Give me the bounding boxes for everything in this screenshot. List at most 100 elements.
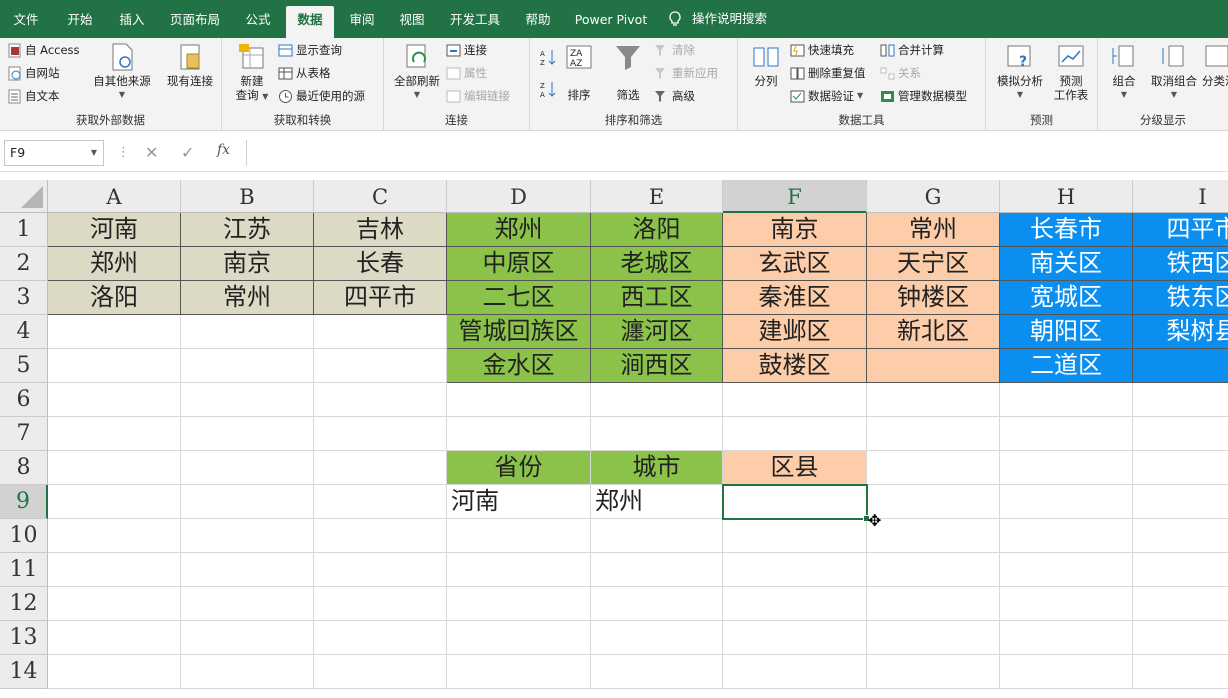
cell-a10[interactable]: [48, 519, 181, 553]
cell-f9[interactable]: [722, 484, 868, 520]
tab-power-pivot[interactable]: Power Pivot: [570, 0, 652, 38]
existing-connections-button[interactable]: 现有连接: [160, 42, 220, 88]
what-if-analysis-button[interactable]: ? 模拟分析 ▼: [992, 42, 1048, 102]
cell-e5[interactable]: 涧西区: [591, 349, 723, 383]
cell-e10[interactable]: [591, 519, 723, 553]
cell-i2[interactable]: 铁西区: [1133, 247, 1228, 281]
edit-links-button[interactable]: 编辑链接: [446, 88, 510, 104]
cell-d6[interactable]: [447, 383, 591, 417]
cell-e2[interactable]: 老城区: [591, 247, 723, 281]
cell-e11[interactable]: [591, 553, 723, 587]
cell-f2[interactable]: 玄武区: [723, 247, 867, 281]
name-box[interactable]: F9 ▼: [4, 140, 104, 166]
tab-developer[interactable]: 开发工具: [444, 0, 506, 38]
row-header-10[interactable]: 10: [0, 519, 48, 553]
cell-g14[interactable]: [867, 655, 1000, 689]
select-all-button[interactable]: [0, 180, 48, 213]
cell-d14[interactable]: [447, 655, 591, 689]
sort-ascending-button[interactable]: AZ: [540, 48, 556, 66]
cell-a1[interactable]: 河南: [48, 213, 181, 247]
cell-f14[interactable]: [723, 655, 867, 689]
column-header-a[interactable]: A: [48, 180, 181, 213]
insert-function-icon[interactable]: fx: [217, 142, 230, 158]
cell-i4[interactable]: 梨树县: [1133, 315, 1228, 349]
cell-d13[interactable]: [447, 621, 591, 655]
column-header-h[interactable]: H: [1000, 180, 1133, 213]
column-header-c[interactable]: C: [314, 180, 447, 213]
cell-c3[interactable]: 四平市: [314, 281, 447, 315]
cell-f7[interactable]: [723, 417, 867, 451]
row-header-12[interactable]: 12: [0, 587, 48, 621]
cell-a13[interactable]: [48, 621, 181, 655]
cell-d4[interactable]: 管城回族区: [447, 315, 591, 349]
filter-button[interactable]: 筛选: [610, 42, 646, 102]
from-access-button[interactable]: 自 Access: [8, 42, 80, 58]
cell-h5[interactable]: 二道区: [1000, 349, 1133, 383]
tell-me-search[interactable]: 操作说明搜索: [668, 0, 778, 38]
row-header-13[interactable]: 13: [0, 621, 48, 655]
group-button[interactable]: 组合 ▼: [1104, 42, 1144, 102]
row-header-4[interactable]: 4: [0, 315, 48, 349]
cell-h7[interactable]: [1000, 417, 1133, 451]
cell-g9[interactable]: [867, 485, 1000, 519]
cell-f6[interactable]: [723, 383, 867, 417]
cell-f4[interactable]: 建邺区: [723, 315, 867, 349]
cell-i1[interactable]: 四平市: [1133, 213, 1228, 247]
cell-f1[interactable]: 南京: [723, 213, 867, 247]
cell-a7[interactable]: [48, 417, 181, 451]
cell-b13[interactable]: [181, 621, 314, 655]
from-other-sources-button[interactable]: 自其他来源 ▼: [88, 42, 156, 102]
cell-b2[interactable]: 南京: [181, 247, 314, 281]
cell-c7[interactable]: [314, 417, 447, 451]
from-table-button[interactable]: 从表格: [278, 65, 331, 81]
cell-e6[interactable]: [591, 383, 723, 417]
cell-a4[interactable]: [48, 315, 181, 349]
cell-i11[interactable]: [1133, 553, 1228, 587]
cell-b9[interactable]: [181, 485, 314, 519]
reapply-button[interactable]: 重新应用: [654, 65, 718, 81]
cell-a8[interactable]: [48, 451, 181, 485]
cell-g12[interactable]: [867, 587, 1000, 621]
cell-b10[interactable]: [181, 519, 314, 553]
row-header-1[interactable]: 1: [0, 213, 48, 247]
cell-b14[interactable]: [181, 655, 314, 689]
properties-button[interactable]: 属性: [446, 65, 487, 81]
cell-h14[interactable]: [1000, 655, 1133, 689]
cell-g6[interactable]: [867, 383, 1000, 417]
clear-filter-button[interactable]: 清除: [654, 42, 695, 58]
forecast-sheet-button[interactable]: 预测 工作表: [1048, 42, 1094, 102]
cell-c5[interactable]: [314, 349, 447, 383]
enter-check-icon[interactable]: ✓: [181, 143, 194, 162]
cell-f8[interactable]: 区县: [723, 451, 867, 485]
cell-c14[interactable]: [314, 655, 447, 689]
column-header-d[interactable]: D: [447, 180, 591, 213]
cell-c1[interactable]: 吉林: [314, 213, 447, 247]
cell-b7[interactable]: [181, 417, 314, 451]
cell-a5[interactable]: [48, 349, 181, 383]
cell-g2[interactable]: 天宁区: [867, 247, 1000, 281]
cell-f13[interactable]: [723, 621, 867, 655]
cell-e12[interactable]: [591, 587, 723, 621]
cell-c10[interactable]: [314, 519, 447, 553]
row-header-7[interactable]: 7: [0, 417, 48, 451]
connections-button[interactable]: 连接: [446, 42, 487, 58]
new-query-button[interactable]: 新建 查询 ▼: [228, 42, 276, 104]
data-validation-button[interactable]: 数据验证 ▼: [790, 88, 863, 104]
cell-h9[interactable]: [1000, 485, 1133, 519]
cell-d7[interactable]: [447, 417, 591, 451]
cell-a6[interactable]: [48, 383, 181, 417]
cell-e1[interactable]: 洛阳: [591, 213, 723, 247]
from-web-button[interactable]: 自网站: [8, 65, 60, 81]
cell-b6[interactable]: [181, 383, 314, 417]
cell-i12[interactable]: [1133, 587, 1228, 621]
relationships-button[interactable]: 关系: [880, 65, 921, 81]
cell-e14[interactable]: [591, 655, 723, 689]
tab-home[interactable]: 开始: [58, 0, 102, 38]
cell-d3[interactable]: 二七区: [447, 281, 591, 315]
column-header-b[interactable]: B: [181, 180, 314, 213]
cell-h2[interactable]: 南关区: [1000, 247, 1133, 281]
text-to-columns-button[interactable]: 分列: [746, 42, 786, 88]
cell-i3[interactable]: 铁东区: [1133, 281, 1228, 315]
cell-c2[interactable]: 长春: [314, 247, 447, 281]
more-options-icon[interactable]: ⋮: [117, 145, 130, 160]
